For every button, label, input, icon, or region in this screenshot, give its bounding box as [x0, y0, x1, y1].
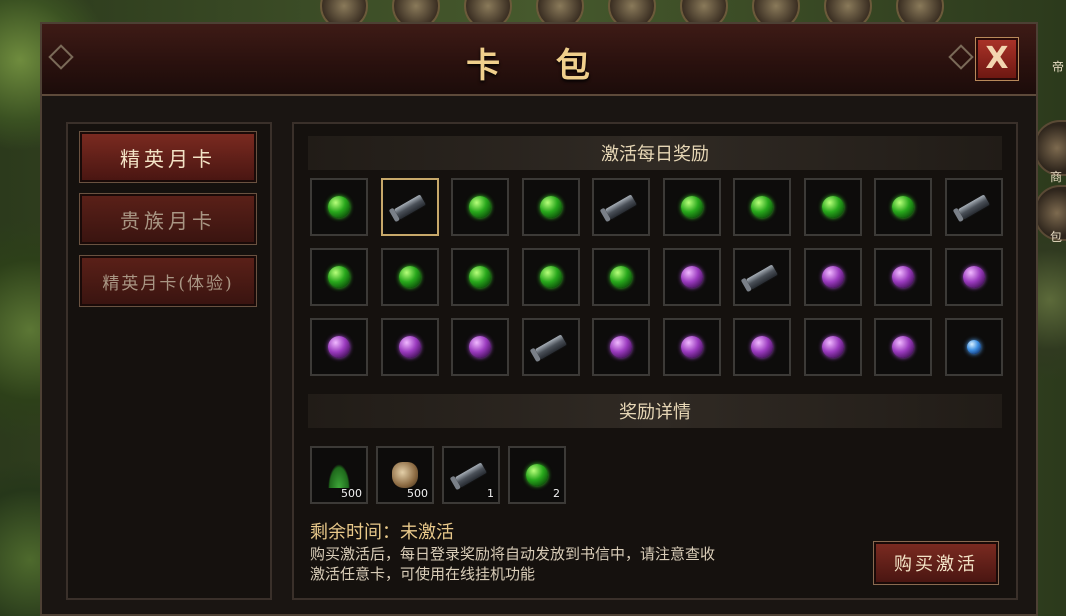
reward-detail-slot[interactable]: 2: [508, 446, 566, 504]
purple-orb-icon: [821, 336, 844, 358]
daily-reward-slot[interactable]: [944, 178, 1003, 236]
green-orb-icon: [469, 196, 491, 218]
reward-detail-header: 奖励详情: [308, 394, 1002, 428]
daily-reward-slot[interactable]: [944, 248, 1003, 306]
purple-orb-icon: [892, 266, 914, 288]
description-line: 激活任意卡，可使用在线挂机功能: [310, 565, 536, 583]
scroll-icon: [956, 192, 991, 222]
daily-reward-grid: [310, 178, 1003, 376]
buy-activate-button[interactable]: 购买激活: [873, 541, 999, 585]
daily-reward-slot[interactable]: [944, 318, 1003, 376]
green-orb-icon: [892, 196, 914, 218]
nav-elite-monthly-card[interactable]: 精英月卡: [79, 131, 257, 183]
green-orb-icon: [751, 196, 773, 218]
title-bar: 卡 包 X: [42, 24, 1036, 96]
daily-reward-slot[interactable]: [874, 178, 932, 236]
green-orb-icon: [328, 196, 350, 218]
daily-reward-header: 激活每日奖励: [308, 136, 1002, 170]
scroll-icon: [453, 460, 489, 490]
remaining-time: 剩余时间：未激活: [310, 522, 454, 543]
blue-orb-icon: [966, 340, 981, 354]
scroll-icon: [603, 192, 639, 222]
purple-orb-icon: [610, 336, 632, 358]
side-label: 商: [1049, 170, 1062, 184]
purple-orb-icon: [328, 336, 350, 358]
daily-reward-slot[interactable]: [733, 318, 791, 376]
daily-reward-slot[interactable]: [592, 178, 650, 236]
item-quantity: 500: [341, 487, 362, 500]
window-title: 卡 包: [466, 46, 612, 86]
daily-reward-slot[interactable]: [803, 248, 862, 306]
daily-reward-slot[interactable]: [310, 248, 368, 306]
daily-reward-slot[interactable]: [874, 248, 932, 306]
purple-orb-icon: [469, 336, 491, 358]
purple-orb-icon: [398, 336, 421, 358]
item-quantity: 500: [407, 487, 428, 500]
green-orb-icon: [469, 266, 491, 288]
green-orb-icon: [610, 266, 632, 288]
purple-orb-icon: [821, 266, 844, 288]
close-button[interactable]: X: [975, 37, 1019, 81]
purple-orb-icon: [680, 266, 703, 288]
purple-orb-icon: [680, 336, 703, 358]
daily-reward-slot[interactable]: [592, 318, 650, 376]
reward-detail-slot[interactable]: 500: [310, 446, 368, 504]
green-orb-icon: [539, 266, 562, 288]
purple-orb-icon: [751, 336, 773, 358]
nav-elite-trial-card[interactable]: 精英月卡(体验): [79, 255, 257, 307]
item-quantity: 2: [553, 487, 560, 500]
daily-reward-slot[interactable]: [733, 178, 791, 236]
card-type-nav: 精英月卡 贵族月卡 精英月卡(体验): [66, 122, 272, 600]
reward-detail-slot[interactable]: 1: [442, 446, 500, 504]
daily-reward-slot[interactable]: [662, 248, 721, 306]
daily-reward-slot[interactable]: [310, 318, 368, 376]
reward-content: 激活每日奖励 奖励详情 500 500 1 2 剩余时间：未激活 购买激活后，每日登录…: [292, 122, 1018, 600]
daily-reward-slot[interactable]: [521, 318, 580, 376]
item-quantity: 1: [487, 487, 494, 500]
daily-reward-slot[interactable]: [521, 248, 580, 306]
card-pack-panel: 卡 包 X 精英月卡 贵族月卡 精英月卡(体验) 激活每日奖励 奖励详情 500…: [40, 22, 1038, 616]
nav-noble-monthly-card[interactable]: 贵族月卡: [79, 193, 257, 245]
reward-detail-slot[interactable]: 500: [376, 446, 434, 504]
daily-reward-slot[interactable]: [310, 178, 368, 236]
daily-reward-slot[interactable]: [380, 318, 439, 376]
daily-reward-slot[interactable]: [380, 178, 439, 236]
scroll-icon: [744, 262, 780, 292]
side-label: 帝: [1051, 60, 1064, 74]
daily-reward-slot[interactable]: [803, 178, 862, 236]
daily-reward-slot[interactable]: [451, 248, 509, 306]
purple-orb-icon: [892, 336, 914, 358]
green-orb-icon: [398, 266, 421, 288]
reward-detail-row: 500 500 1 2: [310, 446, 566, 504]
daily-reward-slot[interactable]: [803, 318, 862, 376]
daily-reward-slot[interactable]: [592, 248, 650, 306]
side-label: 包: [1049, 230, 1062, 244]
green-orb-icon: [539, 196, 562, 218]
scroll-icon: [392, 192, 427, 222]
daily-reward-slot[interactable]: [380, 248, 439, 306]
daily-reward-slot[interactable]: [662, 178, 721, 236]
daily-reward-slot[interactable]: [874, 318, 932, 376]
green-orb-icon: [328, 266, 350, 288]
daily-reward-slot[interactable]: [733, 248, 791, 306]
herb-icon: [324, 462, 354, 488]
sack-icon: [392, 462, 418, 488]
green-orb-icon: [526, 464, 548, 486]
daily-reward-slot[interactable]: [451, 178, 509, 236]
daily-reward-slot[interactable]: [662, 318, 721, 376]
description-line: 购买激活后，每日登录奖励将自动发放到书信中，请注意查收: [310, 545, 716, 563]
purple-orb-icon: [962, 266, 985, 288]
daily-reward-slot[interactable]: [451, 318, 509, 376]
daily-reward-slot[interactable]: [521, 178, 580, 236]
green-orb-icon: [821, 196, 844, 218]
scroll-icon: [533, 332, 568, 362]
description: 购买激活后，每日登录奖励将自动发放到书信中，请注意查收 激活任意卡，可使用在线挂…: [310, 544, 715, 584]
green-orb-icon: [680, 196, 703, 218]
